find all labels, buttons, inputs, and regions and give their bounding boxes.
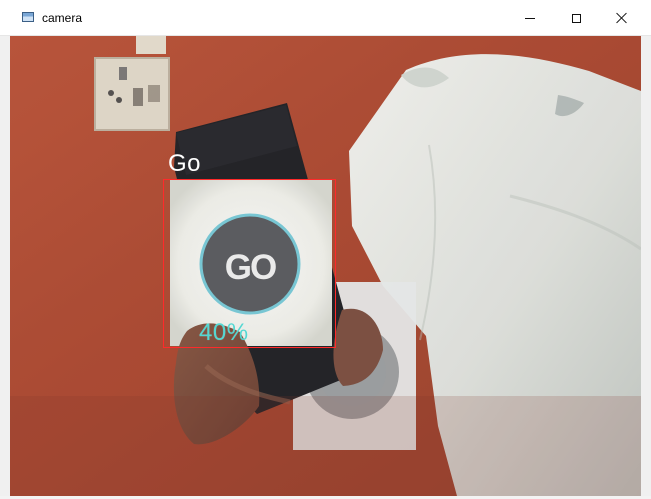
camera-frame-image: GO [10, 36, 641, 496]
minimize-button[interactable] [507, 0, 553, 36]
confidence-label: 40% [199, 319, 249, 346]
detection-label: Go [168, 150, 202, 177]
close-icon [616, 12, 628, 24]
camera-window: camera GO Go 40% [0, 0, 651, 499]
minimize-icon [525, 17, 535, 19]
window-title: camera [42, 11, 83, 25]
title-bar[interactable]: camera [0, 0, 651, 36]
camera-feed: GO Go 40% [10, 36, 641, 496]
maximize-button[interactable] [553, 0, 599, 36]
camera-window-icon [22, 12, 34, 22]
maximize-icon [571, 13, 581, 23]
close-button[interactable] [599, 0, 645, 36]
